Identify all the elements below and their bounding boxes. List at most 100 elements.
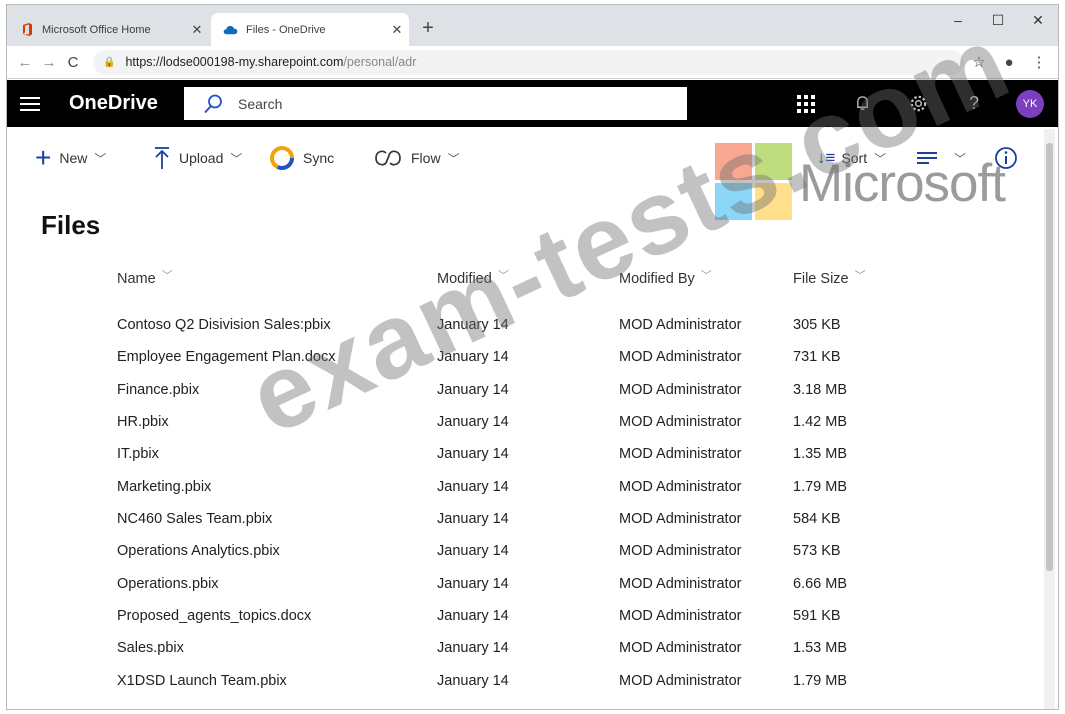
- file-size: 1.35 MB: [793, 446, 847, 462]
- new-tab-icon[interactable]: +: [417, 17, 439, 40]
- sync-label: Sync: [303, 150, 335, 166]
- close-window-icon[interactable]: ✕: [1018, 5, 1058, 35]
- file-modified: January 14: [437, 382, 509, 398]
- star-icon[interactable]: ☆: [964, 53, 994, 71]
- chevron-down-icon: ﹀: [230, 151, 243, 166]
- upload-label: Upload: [179, 150, 224, 166]
- search-icon: [204, 94, 222, 113]
- file-modified: January 14: [437, 349, 509, 365]
- file-modified-by: MOD Administrator: [619, 446, 742, 462]
- file-modified: January 14: [437, 608, 509, 624]
- file-modified-by: MOD Administrator: [619, 349, 742, 365]
- file-name[interactable]: Marketing.pbix: [117, 479, 211, 495]
- file-size: 731 KB: [793, 349, 841, 365]
- user-avatar[interactable]: YK: [1002, 80, 1058, 127]
- chevron-down-icon: ﹀: [700, 270, 712, 282]
- file-modified: January 14: [437, 640, 509, 656]
- column-header-name[interactable]: Name ﹀: [117, 270, 173, 287]
- file-modified: January 14: [437, 414, 509, 430]
- file-name[interactable]: Operations Analytics.pbix: [117, 543, 280, 559]
- window-controls: – ☐ ✕: [938, 5, 1058, 35]
- flow-button[interactable]: Flow ﹀: [373, 143, 460, 173]
- tab-close-icon[interactable]: ✕: [385, 22, 409, 38]
- tab-office-home[interactable]: Microsoft Office Home ✕: [9, 13, 209, 46]
- plus-icon: +: [35, 142, 52, 173]
- profile-icon[interactable]: ●: [994, 54, 1024, 71]
- column-header-file-size[interactable]: File Size ﹀: [793, 270, 866, 287]
- help-icon[interactable]: ?: [946, 80, 1002, 127]
- app-brand[interactable]: OneDrive: [69, 92, 184, 115]
- url-path: /personal/adr: [343, 55, 417, 69]
- vertical-scrollbar[interactable]: [1044, 129, 1055, 709]
- back-arrow-icon[interactable]: ←: [13, 54, 37, 71]
- file-name[interactable]: IT.pbix: [117, 446, 159, 462]
- forward-arrow-icon[interactable]: →: [37, 54, 61, 71]
- gear-icon[interactable]: [890, 80, 946, 127]
- new-label: New: [59, 150, 88, 166]
- file-modified: January 14: [437, 446, 509, 462]
- sync-icon: [270, 146, 294, 170]
- sync-button[interactable]: Sync: [269, 143, 334, 173]
- file-size: 1.42 MB: [793, 414, 847, 430]
- column-header-modified-by[interactable]: Modified By ﹀: [619, 270, 712, 287]
- file-name[interactable]: X1DSD Launch Team.pbix: [117, 673, 287, 689]
- waffle-icon[interactable]: [778, 80, 834, 127]
- search-placeholder: Search: [238, 95, 283, 112]
- microsoft-logo-watermark: [715, 143, 792, 220]
- file-modified: January 14: [437, 673, 509, 689]
- file-name[interactable]: Finance.pbix: [117, 382, 199, 398]
- file-name[interactable]: Operations.pbix: [117, 576, 219, 592]
- file-row[interactable]: NC460 Sales Team.pbix January 14 MOD Admin…: [7, 511, 1047, 543]
- file-row[interactable]: Contoso Q2 Disivision Sales:pbix January …: [7, 317, 1047, 349]
- file-name[interactable]: Proposed_agents_topics.docx: [117, 608, 311, 624]
- address-bar-actions: ☆ ● ⋮: [964, 53, 1054, 72]
- file-row[interactable]: Operations Analytics.pbix January 14 MOD A…: [7, 543, 1047, 575]
- file-row[interactable]: HR.pbix January 14 MOD Administrator 1.42 M…: [7, 414, 1047, 446]
- file-row[interactable]: Finance.pbix January 14 MOD Administrator 3…: [7, 382, 1047, 414]
- file-name[interactable]: Sales.pbix: [117, 640, 184, 656]
- file-row[interactable]: Operations.pbix January 14 MOD Administrat…: [7, 576, 1047, 608]
- file-row[interactable]: Sales.pbix January 14 MOD Administrator 1.5…: [7, 640, 1047, 672]
- tab-close-icon[interactable]: ✕: [185, 22, 209, 38]
- upload-button[interactable]: Upload ﹀: [153, 143, 242, 173]
- file-modified: January 14: [437, 576, 509, 592]
- file-name[interactable]: HR.pbix: [117, 414, 169, 430]
- file-name[interactable]: NC460 Sales Team.pbix: [117, 511, 272, 527]
- file-size: 305 KB: [793, 317, 841, 333]
- logo-square-green: [755, 143, 792, 180]
- file-row[interactable]: IT.pbix January 14 MOD Administrator 1.35 M…: [7, 446, 1047, 478]
- minimize-icon[interactable]: –: [938, 5, 978, 35]
- reload-icon[interactable]: C: [61, 54, 85, 71]
- scrollbar-thumb[interactable]: [1046, 143, 1053, 571]
- bell-icon[interactable]: [834, 80, 890, 127]
- file-row[interactable]: Employee Engagement Plan.docx January 14 M…: [7, 349, 1047, 381]
- url-field[interactable]: 🔒 https://lodse000198-my.sharepoint.com /…: [93, 49, 964, 75]
- flow-label: Flow: [411, 150, 441, 166]
- office-icon: [23, 23, 32, 36]
- file-row[interactable]: Marketing.pbix January 14 MOD Administrato…: [7, 479, 1047, 511]
- file-modified: January 14: [437, 479, 509, 495]
- column-header-modified[interactable]: Modified ﹀: [437, 270, 509, 287]
- flow-icon: [375, 150, 401, 166]
- chevron-down-icon: ﹀: [854, 270, 866, 282]
- file-size: 591 KB: [793, 608, 841, 624]
- file-modified-by: MOD Administrator: [619, 479, 742, 495]
- address-bar: ← → C 🔒 https://lodse000198-my.sharepoin…: [7, 46, 1058, 79]
- chevron-down-icon: ﹀: [497, 270, 509, 282]
- file-name[interactable]: Employee Engagement Plan.docx: [117, 349, 335, 365]
- file-modified-by: MOD Administrator: [619, 640, 742, 656]
- chevron-down-icon: ﹀: [94, 151, 107, 166]
- file-modified-by: MOD Administrator: [619, 673, 742, 689]
- logo-square-blue: [715, 183, 752, 220]
- maximize-icon[interactable]: ☐: [978, 5, 1018, 35]
- microsoft-wordmark-watermark: Microsoft: [799, 154, 1006, 213]
- tab-onedrive-files[interactable]: Files - OneDrive ✕: [211, 13, 409, 46]
- file-row[interactable]: X1DSD Launch Team.pbix January 14 MOD Admi…: [7, 673, 1047, 705]
- file-name[interactable]: Contoso Q2 Disivision Sales:pbix: [117, 317, 331, 333]
- new-button[interactable]: + New ﹀: [35, 142, 107, 173]
- search-input[interactable]: Search: [184, 87, 687, 120]
- file-row[interactable]: Proposed_agents_topics.docx January 14 MOD…: [7, 608, 1047, 640]
- file-size: 1.79 MB: [793, 479, 847, 495]
- menu-dots-icon[interactable]: ⋮: [1024, 53, 1054, 71]
- hamburger-menu-icon[interactable]: [7, 93, 53, 115]
